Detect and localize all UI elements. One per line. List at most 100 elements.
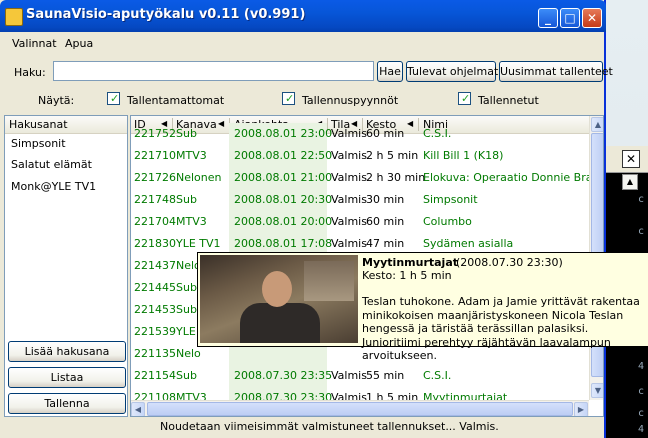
scroll-left-icon[interactable]: ◀ (131, 402, 145, 416)
keyword-item[interactable]: Monk@YLE TV1 (11, 180, 96, 193)
background-text: c (638, 194, 645, 205)
recorded-checkbox[interactable]: ✓ (458, 92, 471, 105)
thumbnail-person-body (240, 303, 320, 343)
maximize-button[interactable]: □ (560, 8, 580, 28)
cell-name: C.S.I. (423, 369, 452, 382)
unrecorded-checkbox[interactable]: ✓ (107, 92, 120, 105)
latest-recordings-button[interactable]: Uusimmat tallenteet (499, 61, 613, 82)
list-button[interactable]: Listaa (8, 367, 126, 388)
table-row[interactable]: 221154 Sub 2008.07.30 23:35 Valmis 55 min C.S… (131, 365, 589, 387)
cell-channel: Sub (176, 369, 197, 382)
search-button[interactable]: Hae (377, 61, 403, 82)
cell-name: Simpsonit (423, 193, 478, 206)
background-close-icon[interactable]: ✕ (622, 150, 640, 168)
scroll-right-icon[interactable]: ▶ (574, 402, 588, 416)
cell-channel: MTV3 (176, 215, 207, 228)
cell-channel: MTV3 (176, 149, 207, 162)
window-title: SaunaVisio-aputyökalu v0.11 (v0.991) (26, 7, 306, 22)
cell-id: 221135 (134, 347, 176, 360)
menu-valinnat[interactable]: Valinnat (12, 37, 57, 50)
cell-channel: Sub (176, 193, 197, 206)
check-icon: ✓ (461, 92, 471, 105)
cell-name: Sydämen asialla (423, 237, 514, 250)
tooltip-description: Teslan tuhokone. Adam ja Jamie yrittävät… (362, 295, 640, 362)
table-row[interactable]: 221710 MTV3 2008.08.01 22:50 Valmis 2 h 5 mi… (131, 145, 589, 167)
show-label: Näytä: (38, 94, 75, 107)
scroll-up-icon[interactable]: ▲ (591, 117, 603, 132)
cell-name: Elokuva: Operaatio Donnie Brasco (423, 171, 604, 184)
add-keyword-button[interactable]: Lisää hakusana (8, 341, 126, 362)
status-text: Noudetaan viimeisimmät valmistuneet tall… (160, 420, 499, 433)
cell-time: 2008.08.01 21:00 (234, 171, 333, 184)
tooltip-length: Kesto: 1 h 5 min (362, 269, 452, 282)
cell-time: 2008.08.01 17:08 (234, 237, 333, 250)
cell-id: 221726 (134, 171, 176, 184)
program-thumbnail (200, 255, 358, 343)
cell-name: C.S.I. (423, 127, 452, 140)
background-scroll-up-icon[interactable]: ▲ (622, 174, 638, 190)
save-button[interactable]: Tallenna (8, 393, 126, 414)
cell-length: 55 min (366, 369, 405, 382)
cell-name: Kill Bill 1 (K18) (423, 149, 504, 162)
cell-length: 2 h 5 min (366, 149, 419, 162)
keyword-header-label: Hakusanat (9, 118, 68, 131)
cell-id: 221539 (134, 325, 176, 338)
cell-id: 221445 (134, 281, 176, 294)
table-row[interactable]: 221726 Nelonen 2008.08.01 21:00 Valmis 2 h 3… (131, 167, 603, 189)
cell-channel: YLE (176, 325, 196, 338)
background-text: 4 (638, 424, 645, 435)
thumbnail-shelf (304, 261, 354, 301)
menu-apua[interactable]: Apua (65, 37, 93, 50)
recorded-label: Tallennetut (478, 94, 539, 107)
table-row[interactable]: 221748 Sub 2008.08.01 20:30 Valmis 30 min Sim… (131, 189, 589, 211)
tooltip-title: Myytinmurtajat (362, 256, 458, 269)
keyword-item[interactable]: Salatut elämät (11, 158, 92, 171)
horizontal-scrollbar[interactable]: ◀ ▶ (131, 400, 589, 416)
cell-channel: Sub (176, 281, 197, 294)
table-row[interactable]: 221704 MTV3 2008.08.01 20:00 Valmis 60 min Co… (131, 211, 589, 233)
menu-bar: Valinnat Apua (4, 34, 602, 54)
minimize-button[interactable]: _ (538, 8, 558, 28)
title-bar[interactable]: SaunaVisio-aputyökalu v0.11 (v0.991) _ □… (0, 0, 606, 32)
cell-state: Valmis (331, 127, 367, 140)
cell-id: 221704 (134, 215, 176, 228)
cell-id: 221453 (134, 303, 176, 316)
tooltip-date: (2008.07.30 23:30) (456, 256, 563, 269)
cell-id: 221710 (134, 149, 176, 162)
scroll-down-icon[interactable]: ▼ (591, 383, 603, 398)
main-window: SaunaVisio-aputyökalu v0.11 (v0.991) _ □… (0, 0, 648, 438)
upcoming-programs-button[interactable]: Tulevat ohjelmat (406, 61, 498, 82)
table-row[interactable]: 221752 Sub 2008.08.01 23:00 Valmis 60 min C.S… (131, 123, 589, 145)
close-button[interactable]: ✕ (582, 8, 602, 28)
background-text: c (638, 386, 645, 397)
cell-length: 60 min (366, 215, 405, 228)
cell-time: 2008.08.01 20:30 (234, 193, 333, 206)
background-text: 4 (638, 361, 645, 372)
cell-id: 221748 (134, 193, 176, 206)
cell-time: 2008.08.01 23:00 (234, 127, 333, 140)
cell-channel: Sub (176, 127, 197, 140)
cell-length: 30 min (366, 193, 405, 206)
cell-state: Valmis (331, 215, 367, 228)
horizontal-scroll-thumb[interactable] (147, 402, 573, 416)
unrecorded-label: Tallentamattomat (127, 94, 225, 107)
check-icon: ✓ (110, 92, 120, 105)
app-icon (5, 8, 23, 26)
cell-state: Valmis (331, 149, 367, 162)
cell-length: 2 h 30 min (366, 171, 426, 184)
keyword-list-header: Hakusanat (5, 116, 127, 134)
cell-time: 2008.08.01 20:00 (234, 215, 333, 228)
search-input[interactable] (53, 61, 374, 81)
cell-state: Valmis (331, 171, 367, 184)
check-icon: ✓ (285, 92, 295, 105)
keyword-item[interactable]: Simpsonit (11, 137, 66, 150)
cell-id: 221830 (134, 237, 176, 250)
cell-id: 221752 (134, 127, 176, 140)
thumbnail-person-face (262, 271, 292, 307)
cell-state: Valmis (331, 193, 367, 206)
cell-state: Valmis (331, 369, 367, 382)
cell-name: Columbo (423, 215, 472, 228)
cell-time: 2008.07.30 23:35 (234, 369, 333, 382)
record-requests-checkbox[interactable]: ✓ (282, 92, 295, 105)
record-requests-label: Tallennuspyynnöt (302, 94, 399, 107)
